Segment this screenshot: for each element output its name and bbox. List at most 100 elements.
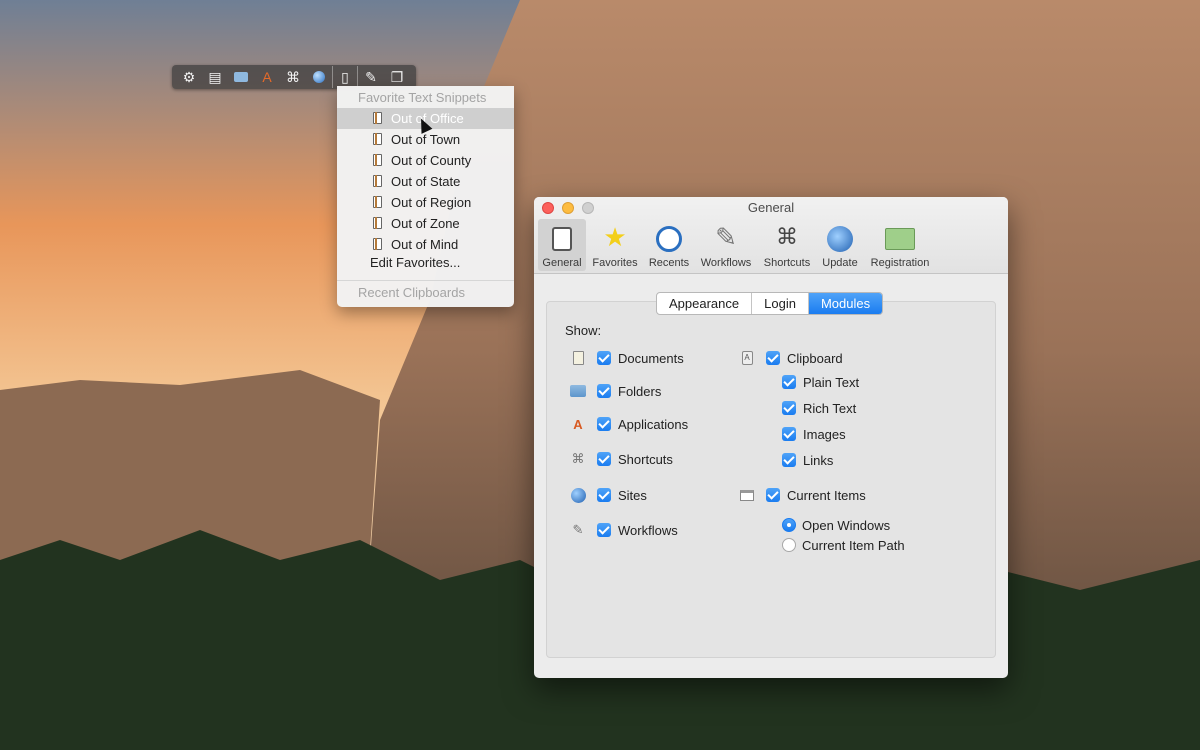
documents-checkbox[interactable] [597,351,611,365]
tab-general[interactable]: General [538,219,586,271]
tab-label: Update [822,257,858,269]
tab-registration[interactable]: Registration [866,219,934,271]
tab-favorites[interactable]: ★ Favorites [590,219,640,271]
applications-icon: A [573,416,583,432]
folders-row: Folders [570,381,661,401]
general-icon [546,221,578,253]
command-icon[interactable]: ⌘ [280,66,306,88]
star-icon: ★ [603,222,627,252]
clock-icon [653,221,685,253]
applications-icon[interactable]: A [254,66,280,88]
current-item-path-row: Current Item Path [782,535,905,555]
globe-icon [570,487,586,503]
images-checkbox[interactable] [782,427,796,441]
menu-item-snippet[interactable]: Out of Region [337,192,514,213]
workflows-checkbox[interactable] [597,523,611,537]
checkbox-label: Documents [618,350,684,366]
document-icon [373,112,382,124]
menu-item-label: Out of State [391,174,461,189]
menu-item-label: Out of Zone [391,216,460,231]
preferences-window: General General ★ Favorites Recents ✎ Wo… [534,197,1008,678]
checkbox-label: Current Items [787,487,866,503]
current-items-checkbox[interactable] [766,488,780,502]
folders-checkbox[interactable] [597,384,611,398]
shortcuts-row: ⌘ Shortcuts [570,449,673,469]
clipboard-checkbox[interactable] [766,351,780,365]
checkbox-label: Folders [618,383,662,399]
segment-login[interactable]: Login [752,293,809,314]
open-windows-row: Open Windows [782,515,890,535]
rich-text-row: Rich Text [782,398,856,418]
license-icon [884,221,916,253]
applications-checkbox[interactable] [597,417,611,431]
wrench-icon: ✎ [572,522,584,537]
tab-label: Favorites [592,257,638,269]
tab-shortcuts[interactable]: ⌘ Shortcuts [760,219,814,271]
document-icon [373,196,382,208]
menu-item-label: Out of County [391,153,472,168]
tab-workflows[interactable]: ✎ Workflows [696,219,756,271]
menu-item-snippet[interactable]: Out of State [337,171,514,192]
checkbox-label: Applications [618,416,689,432]
gear-icon[interactable]: ⚙ [176,66,202,88]
checkbox-label: Workflows [618,522,678,538]
menu-item-snippet[interactable]: Out of County [337,150,514,171]
tab-label: Recents [648,257,690,269]
windows-icon[interactable]: ❐ [384,66,410,88]
checkbox-label: Shortcuts [618,451,673,467]
current-items-row: Current Items [739,485,866,505]
checkbox-label: Links [803,452,834,468]
show-label: Show: [565,323,602,338]
clipboard-row: A Clipboard [739,348,843,368]
segment-modules[interactable]: Modules [808,293,883,314]
plain-text-checkbox[interactable] [782,375,796,389]
tab-label: Shortcuts [763,257,811,269]
checkbox-label: Plain Text [803,374,860,390]
checkbox-label: Images [803,426,846,442]
window-title: General [747,200,795,215]
tab-update[interactable]: Update [818,219,862,271]
folder-icon[interactable] [228,66,254,88]
document-icon [373,175,382,187]
folder-icon [570,383,586,399]
edit-favorites-item[interactable]: Edit Favorites... [370,253,460,273]
current-item-path-radio[interactable] [782,538,796,552]
menu-item-snippet[interactable]: Out of Town [337,129,514,150]
menu-item-label: Out of Mind [391,237,459,252]
wrench-icon[interactable]: ✎ [358,66,384,88]
tab-recents[interactable]: Recents [644,219,694,271]
sites-row: Sites [570,485,647,505]
menu-header-clipboards: Recent Clipboards [358,285,465,300]
open-windows-radio[interactable] [782,518,796,532]
clipboard-icon[interactable]: ▯ [332,66,358,88]
update-icon [824,221,856,253]
document-icon [373,238,382,250]
menu-item-label: Out of Region [391,195,472,210]
links-checkbox[interactable] [782,453,796,467]
links-row: Links [782,450,833,470]
checkbox-label: Clipboard [787,350,843,366]
plain-text-row: Plain Text [782,372,859,392]
wrench-icon: ✎ [715,222,737,252]
checkbox-label: Sites [618,487,647,503]
rich-text-checkbox[interactable] [782,401,796,415]
globe-icon[interactable] [306,66,332,88]
shortcuts-checkbox[interactable] [597,452,611,466]
segmented-control: Appearance Login Modules [656,292,884,315]
menu-item-snippet[interactable]: Out of Zone [337,213,514,234]
menu-item-snippet[interactable]: Out of Mind [337,234,514,255]
document-icon[interactable]: ▤ [202,66,228,88]
segment-appearance[interactable]: Appearance [657,293,753,314]
images-row: Images [782,424,846,444]
tab-label: Registration [870,257,930,269]
sites-checkbox[interactable] [597,488,611,502]
menu-header-snippets: Favorite Text Snippets [358,90,487,105]
document-icon [373,154,382,166]
documents-row: Documents [570,348,684,368]
document-icon [373,217,382,229]
checkbox-label: Rich Text [803,400,857,416]
menu-item-label: Out of Town [391,132,461,147]
radio-label: Open Windows [802,517,891,533]
tab-label: General [542,257,582,269]
tab-label: Workflows [700,257,752,269]
